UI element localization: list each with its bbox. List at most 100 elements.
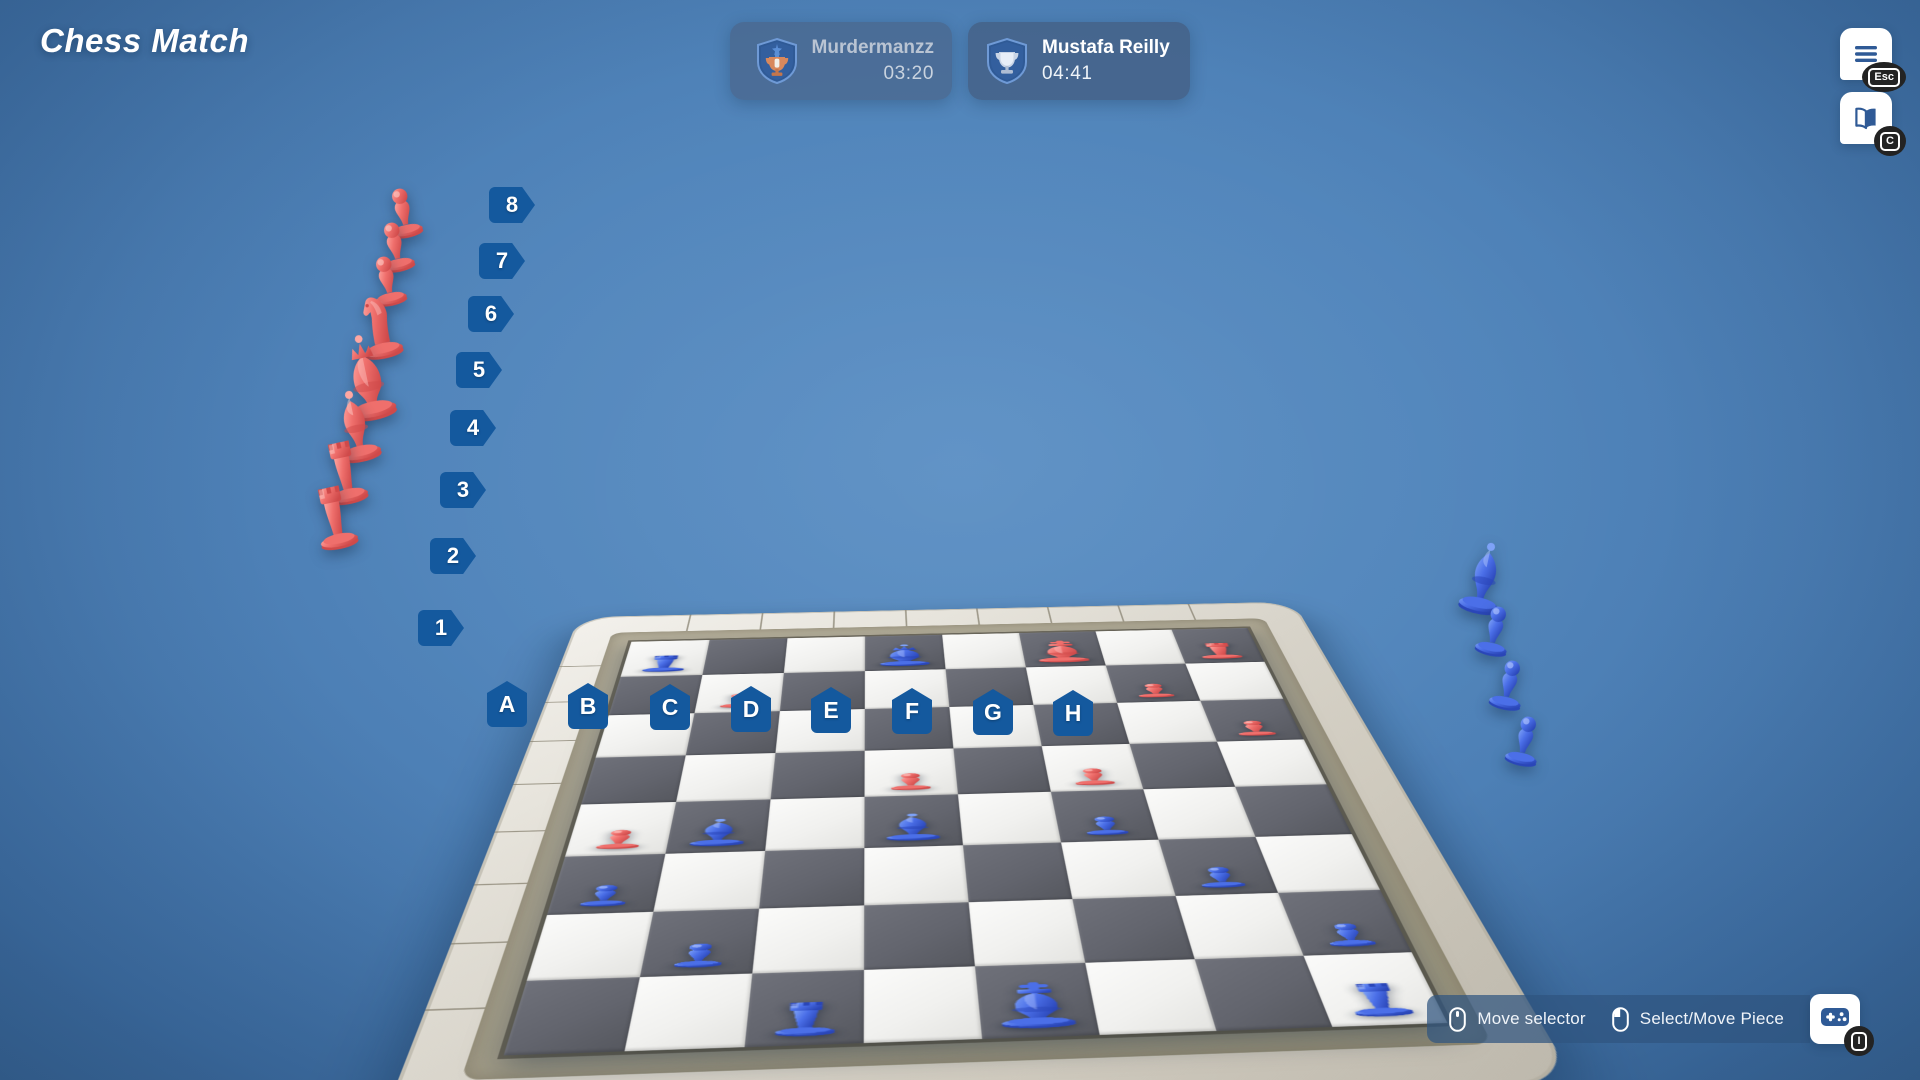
board-square-d4[interactable] [864, 794, 963, 848]
hint-pill: Move selector Select/Move Piece [1427, 995, 1810, 1043]
frame-seam [495, 830, 546, 833]
piece-blue-rook-c1[interactable] [745, 970, 864, 1047]
board-square-c2[interactable] [752, 905, 864, 973]
rank-label-1: 1 [418, 610, 464, 646]
frame-seam [759, 613, 763, 629]
frame-seam [833, 612, 835, 628]
board-square-e2[interactable] [969, 899, 1086, 966]
hint-select-move-piece-label: Select/Move Piece [1640, 1009, 1784, 1029]
top-right-controls: Esc C [1840, 28, 1892, 144]
board-square-f2[interactable] [1072, 896, 1194, 963]
board-scene: 87654321 ABCDEFGH [0, 0, 1920, 1080]
frame-seam [425, 1007, 485, 1011]
board-square-d8[interactable] [865, 635, 946, 671]
board-square-b5[interactable] [676, 753, 775, 802]
board-square-b2[interactable] [640, 909, 759, 978]
hint-move-selector: Move selector [1449, 1007, 1585, 1032]
i-key-badge: I [1844, 1026, 1874, 1056]
menu-icon [1853, 44, 1879, 64]
rank-label-4: 4 [450, 410, 496, 446]
player-left-name: Murdermanzz [812, 36, 934, 60]
gamepad-icon [1820, 1006, 1850, 1033]
board-square-g1[interactable] [1195, 956, 1333, 1031]
board-square-g7[interactable] [1106, 664, 1201, 703]
board-square-e8[interactable] [942, 633, 1026, 669]
frame-seam [451, 941, 508, 944]
mouse-scroll-icon [1449, 1007, 1466, 1032]
player-card-right[interactable]: Mustafa Reilly 04:41 [968, 22, 1190, 100]
bronze-trophy-shield-icon [756, 38, 798, 84]
board-square-e5[interactable] [953, 746, 1050, 794]
board-square-c5[interactable] [771, 751, 865, 800]
board-square-c4[interactable] [765, 797, 864, 851]
board-square-h8[interactable] [1172, 628, 1265, 664]
gamepad-button[interactable]: I [1810, 994, 1860, 1044]
piece-blue-king-e1[interactable] [975, 963, 1100, 1039]
frame-seam [976, 609, 980, 625]
board-square-a5[interactable] [581, 755, 686, 804]
board-square-c1[interactable] [745, 970, 864, 1047]
board-square-f5[interactable] [1042, 744, 1144, 792]
hint-move-selector-label: Move selector [1477, 1009, 1585, 1029]
chess-board[interactable] [504, 628, 1448, 1055]
board-square-c8[interactable] [784, 637, 865, 673]
board-square-d2[interactable] [864, 902, 975, 970]
board-square-e1[interactable] [975, 963, 1100, 1039]
frame-seam [495, 830, 546, 833]
file-label-a: A [487, 681, 527, 727]
board-square-f8[interactable] [1019, 631, 1106, 667]
menu-button[interactable]: Esc [1840, 28, 1892, 80]
c-key-badge: C [1874, 126, 1906, 156]
frame-seam [530, 740, 576, 742]
frame-seam [1188, 604, 1197, 620]
player-card-left[interactable]: Murdermanzz 03:20 [730, 22, 952, 100]
control-hint-bar: Move selector Select/Move Piece I [1427, 994, 1860, 1044]
frame-seam [513, 783, 561, 785]
game-screen: Chess Match Murdermanzz 03:20 Mustafa Re… [0, 0, 1920, 1080]
frame-seam [559, 665, 601, 667]
frame-seam [474, 883, 527, 886]
board-square-b4[interactable] [665, 799, 770, 853]
frame-seam [686, 615, 692, 631]
frame-seam [451, 941, 508, 944]
rank-label-3: 3 [440, 472, 486, 508]
rank-label-6: 6 [468, 296, 514, 332]
board-square-f1[interactable] [1085, 959, 1216, 1035]
piece-blue-pawn-b2[interactable] [640, 909, 759, 978]
board-square-a3[interactable] [547, 854, 665, 915]
codex-button[interactable]: C [1840, 92, 1892, 144]
hint-select-move-piece: Select/Move Piece [1612, 1007, 1784, 1032]
board-square-c3[interactable] [759, 848, 864, 908]
player-left-timer: 03:20 [883, 62, 934, 87]
board-square-g6[interactable] [1117, 701, 1217, 744]
player-cards: Murdermanzz 03:20 Mustafa Reilly 04:41 [730, 22, 1190, 100]
player-left-info: Murdermanzz 03:20 [812, 36, 934, 86]
board-square-a1[interactable] [504, 977, 640, 1055]
board-square-b8[interactable] [702, 638, 787, 675]
book-icon [1853, 106, 1879, 130]
board-square-a2[interactable] [527, 912, 654, 981]
board-square-d1[interactable] [864, 966, 982, 1043]
frame-seam [474, 883, 527, 886]
player-right-info: Mustafa Reilly 04:41 [1042, 36, 1170, 86]
board-square-b1[interactable] [625, 974, 753, 1052]
frame-seam [425, 1007, 485, 1011]
frame-seam [905, 610, 908, 626]
player-right-name: Mustafa Reilly [1042, 36, 1170, 60]
player-right-timer: 04:41 [1042, 62, 1093, 87]
rank-label-2: 2 [430, 538, 476, 574]
mouse-click-icon [1612, 1007, 1629, 1032]
board-square-d5[interactable] [865, 748, 958, 796]
esc-key-badge: Esc [1862, 62, 1906, 92]
frame-seam [1117, 605, 1124, 621]
page-title: Chess Match [40, 22, 249, 60]
board-square-g2[interactable] [1176, 893, 1304, 959]
piece-blue-pawn-a3[interactable] [547, 854, 665, 915]
frame-seam [1047, 607, 1053, 623]
board-square-a8[interactable] [621, 640, 710, 677]
rank-label-8: 8 [489, 187, 535, 223]
captured-pieces-left [310, 175, 440, 555]
rank-label-5: 5 [456, 352, 502, 388]
captured-pieces-right [1460, 535, 1600, 825]
board-square-g8[interactable] [1095, 630, 1185, 666]
